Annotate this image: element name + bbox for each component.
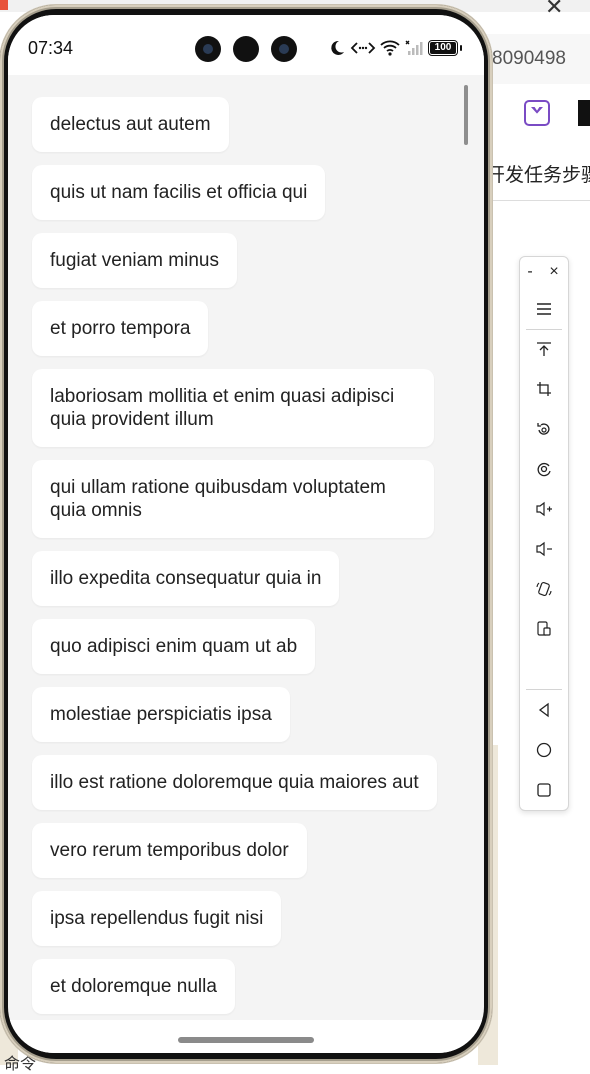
background-extension-icon-2[interactable] [578,100,590,126]
moon-icon [328,39,346,57]
list-item[interactable]: vero rerum temporibus dolor [32,823,307,878]
list-item[interactable]: et doloremque nulla [32,959,235,1014]
crop-icon[interactable] [520,374,568,404]
background-app-logo [0,0,8,10]
background-divider [478,200,590,201]
phone-frame: 07:34 100 delectus aut autem quis ut nam… [0,5,492,1063]
list-item[interactable]: quo adipisci enim quam ut ab [32,619,316,674]
list-item[interactable]: delectus aut autem [32,97,229,152]
screenshot-icon[interactable] [520,454,568,484]
emulator-toolbar: - × [519,256,569,811]
list-item[interactable]: qui ullam ratione quibusdam voluptatem q… [32,460,434,538]
list-item[interactable]: ipsa repellendus fugit nisi [32,891,282,946]
list-item[interactable]: laboriosam mollitia et enim quasi adipis… [32,369,434,447]
todo-list: delectus aut autem quis ut nam facilis e… [32,97,472,1020]
list-container[interactable]: delectus aut autem quis ut nam facilis e… [8,75,484,1020]
list-item[interactable]: molestiae perspiciatis ipsa [32,687,290,742]
home-icon[interactable] [520,735,568,765]
battery-icon: 100 [428,40,462,56]
rotate-icon[interactable] [520,414,568,444]
battery-level: 100 [434,42,452,53]
list-item[interactable]: illo expedita consequatur quia in [32,551,340,606]
camera-icon [233,36,259,62]
list-item[interactable]: quis ut nam facilis et officia qui [32,165,326,220]
switch-screen-icon[interactable] [520,614,568,644]
close-button[interactable]: × [542,257,566,287]
status-time: 07:34 [28,38,74,58]
status-icons: 100 [328,37,462,59]
nfc-icon [350,39,376,57]
shake-icon[interactable] [520,574,568,604]
menu-icon[interactable] [520,294,568,324]
signal-icon [404,39,424,57]
camera-icon [271,36,297,62]
phone-screen: 07:34 100 delectus aut autem quis ut nam… [8,15,484,1053]
list-item[interactable]: et porro tempora [32,301,209,356]
toolbar-divider [526,329,562,330]
list-item[interactable]: illo est ratione doloremque quia maiores… [32,755,437,810]
toolbar-divider [526,689,562,690]
status-bar: 07:34 100 [8,15,484,75]
background-page-text: 开发任务步骤 [486,165,590,186]
list-item[interactable]: fugiat veniam minus [32,233,237,288]
wifi-icon [380,39,400,57]
back-icon[interactable] [520,695,568,725]
background-close-button[interactable]: ✕ [545,0,563,20]
recents-icon[interactable] [520,775,568,805]
background-extension-icon[interactable] [524,100,550,126]
volume-down-icon[interactable] [520,534,568,564]
pin-top-icon[interactable] [520,334,568,364]
volume-up-icon[interactable] [520,494,568,524]
background-url-text: 8090498 [492,48,566,69]
minimize-button[interactable]: - [518,257,542,287]
camera-icon [195,36,221,62]
home-indicator[interactable] [178,1037,314,1043]
